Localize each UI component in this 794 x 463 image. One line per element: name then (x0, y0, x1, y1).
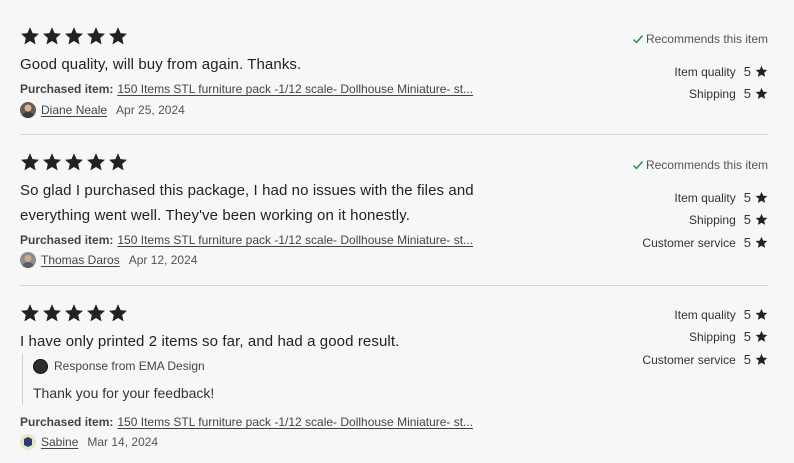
rating-row-customer-service: Customer service 5 (642, 235, 768, 250)
star-icon (755, 330, 768, 343)
rating-label: Customer service (642, 235, 736, 250)
review-text: So glad I purchased this package, I had … (20, 182, 474, 224)
rating-row-item-quality: Item quality 5 (674, 190, 768, 205)
rating-row-shipping: Shipping 5 (689, 86, 768, 101)
reviewer-info: Sabine Mar 14, 2024 (20, 434, 158, 450)
response-title: Response from EMA Design (54, 359, 205, 373)
star-icon (86, 26, 106, 46)
star-icon (755, 213, 768, 226)
star-icon (20, 152, 40, 172)
rating-row-shipping: Shipping 5 (689, 329, 768, 344)
star-icon (755, 65, 768, 78)
rating-value: 5 (743, 352, 751, 367)
review-star-rating (20, 152, 128, 172)
rating-value: 5 (743, 212, 751, 227)
review-text: Good quality, will buy from again. Thank… (20, 56, 302, 73)
star-icon (42, 303, 62, 323)
response-text: Thank you for your feedback! (33, 385, 215, 401)
star-icon (42, 26, 62, 46)
rating-label: Customer service (642, 352, 736, 367)
purchased-label: Purchased item: (20, 415, 114, 429)
avatar[interactable] (20, 252, 36, 268)
star-icon (755, 308, 768, 321)
rating-label: Item quality (674, 307, 736, 322)
avatar[interactable] (20, 102, 36, 118)
review-card: I have only printed 2 items so far, and … (20, 303, 768, 463)
rating-label: Shipping (689, 329, 736, 344)
purchased-item: Purchased item: 150 Items STL furniture p… (20, 82, 473, 96)
star-icon (64, 303, 84, 323)
reviewer-info: Thomas Daros Apr 12, 2024 (20, 252, 197, 268)
rating-label: Item quality (674, 190, 736, 205)
check-icon (632, 33, 644, 45)
star-icon (755, 353, 768, 366)
reviewer-name[interactable]: Sabine (41, 435, 78, 449)
rating-row-shipping: Shipping 5 (689, 212, 768, 227)
rating-value: 5 (743, 329, 751, 344)
star-icon (108, 26, 128, 46)
rating-value: 5 (743, 190, 751, 205)
star-icon (755, 191, 768, 204)
reviews-list: Good quality, will buy from again. Thank… (0, 0, 794, 463)
recommends-label: Recommends this item (645, 158, 768, 172)
rating-label: Item quality (674, 64, 736, 79)
review-date: Apr 25, 2024 (116, 103, 185, 117)
avatar[interactable] (20, 434, 36, 450)
rating-value: 5 (743, 307, 751, 322)
rating-row-item-quality: Item quality 5 (674, 64, 768, 79)
star-icon (755, 87, 768, 100)
purchased-item: Purchased item: 150 Items STL furniture p… (20, 415, 473, 429)
rating-value: 5 (743, 64, 751, 79)
rating-row-customer-service: Customer service 5 (642, 352, 768, 367)
star-icon (64, 26, 84, 46)
review-star-rating (20, 303, 128, 323)
review-date: Apr 12, 2024 (128, 253, 198, 267)
reviewer-name[interactable]: Thomas Daros (41, 253, 120, 267)
reviewer-info: Diane Neale Apr 25, 2024 (20, 102, 185, 118)
review-divider (20, 285, 768, 286)
reviewer-name[interactable]: Diane Neale (41, 103, 107, 117)
rating-value: 5 (743, 86, 751, 101)
check-icon (632, 159, 644, 171)
purchased-item-link[interactable]: 150 Items STL furniture pack -1/12 scale… (117, 233, 473, 247)
recommends-badge: Recommends this item (632, 158, 768, 172)
star-icon (755, 236, 768, 249)
star-icon (86, 303, 106, 323)
recommends-label: Recommends this item (645, 32, 768, 46)
star-icon (108, 152, 128, 172)
star-icon (64, 152, 84, 172)
seller-response: Response from EMA Design Thank you for y… (22, 353, 422, 405)
purchased-label: Purchased item: (20, 233, 114, 247)
star-icon (20, 303, 40, 323)
star-icon (42, 152, 62, 172)
purchased-item-link[interactable]: 150 Items STL furniture pack -1/12 scale… (117, 415, 473, 429)
rating-value: 5 (743, 235, 751, 250)
star-icon (86, 152, 106, 172)
response-header: Response from EMA Design (33, 357, 422, 375)
purchased-item-link[interactable]: 150 Items STL furniture pack -1/12 scale… (117, 82, 473, 96)
shop-logo-icon (33, 358, 48, 374)
review-text: I have only printed 2 items so far, and … (20, 333, 400, 350)
rating-label: Shipping (689, 212, 736, 227)
star-icon (20, 26, 40, 46)
purchased-label: Purchased item: (20, 82, 114, 96)
rating-label: Shipping (689, 86, 736, 101)
recommends-badge: Recommends this item (632, 32, 768, 46)
review-divider (20, 134, 768, 135)
star-icon (108, 303, 128, 323)
review-date: Mar 14, 2024 (87, 435, 159, 449)
review-card: Good quality, will buy from again. Thank… (20, 26, 768, 134)
purchased-item: Purchased item: 150 Items STL furniture p… (20, 233, 473, 247)
review-card: So glad I purchased this package, I had … (20, 152, 768, 285)
review-star-rating (20, 26, 128, 46)
rating-row-item-quality: Item quality 5 (674, 307, 768, 322)
